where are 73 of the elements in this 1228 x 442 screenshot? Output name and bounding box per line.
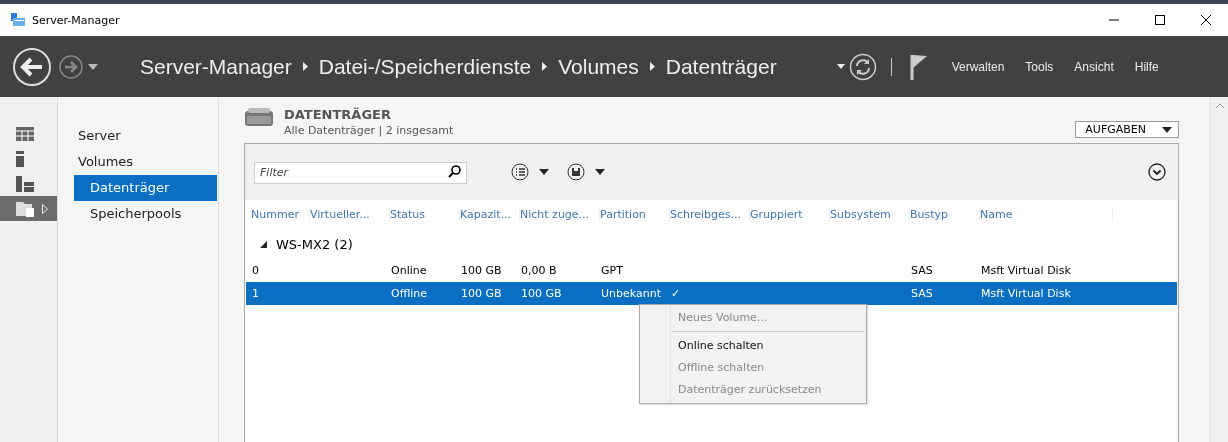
table-cell-text: Offline	[391, 287, 429, 300]
table-cell-text: 100 GB	[521, 287, 563, 300]
column-header[interactable]: Virtueller...	[310, 207, 390, 221]
caret-icon[interactable]	[836, 64, 845, 69]
caret-icon[interactable]	[88, 63, 98, 70]
table-row[interactable]: 1 Offline 100 GB 100 GB Unbekannt ✓ SAS Msft Virtual Disk	[246, 282, 1177, 305]
refresh-icon[interactable]	[848, 52, 877, 81]
window-title: Server-Manager	[32, 13, 120, 27]
column-header[interactable]: Nummer	[251, 207, 310, 221]
nav-item[interactable]: Volumes	[74, 149, 217, 175]
panel-title: DATENTRÄGER	[284, 107, 392, 122]
server-icon	[16, 150, 24, 167]
table-cell-text: GPT	[601, 264, 624, 277]
filter-field[interactable]: Filter	[254, 161, 467, 184]
table-cell-text: 100 GB	[461, 264, 503, 277]
nav-item[interactable]: Datenträger	[74, 175, 217, 201]
tasks-dropdown[interactable]: AUFGABEN	[1075, 121, 1179, 138]
table-cell-text: 100 GB	[461, 287, 503, 300]
search-icon	[448, 165, 461, 178]
table-cell-text: Online	[391, 264, 428, 277]
menu-item[interactable]: Online schalten	[640, 335, 866, 357]
app-icon	[10, 12, 26, 28]
table-cell-text: SAS	[911, 264, 934, 277]
disk-icon	[244, 107, 274, 129]
table-cell-text: SAS	[911, 287, 934, 300]
breadcrumb-item[interactable]: Datenträger	[665, 54, 777, 79]
table-row[interactable]: 0 Online 100 GB 0,00 B GPT SAS Msft Virtual Disk	[246, 259, 1177, 282]
table-cell-text: ✓	[671, 287, 682, 300]
chevron-icon	[649, 62, 655, 71]
table-cell-text: Msft Virtual Disk	[981, 287, 1072, 300]
chevron-icon	[302, 62, 308, 71]
column-header[interactable]: Gruppiert	[750, 207, 830, 221]
table-cell-text: 0	[252, 264, 260, 277]
menu-item[interactable]: Tools	[1025, 59, 1054, 74]
servers-icon	[16, 175, 34, 192]
column-header[interactable]: Partition	[600, 207, 670, 221]
table-cell-text: Unbekannt	[601, 287, 662, 300]
grid-icon	[16, 126, 34, 141]
breadcrumb-item[interactable]: Volumes	[558, 54, 639, 79]
save-icon[interactable]	[567, 163, 605, 181]
column-header[interactable]: Status	[390, 207, 460, 221]
close-icon[interactable]	[1200, 14, 1212, 26]
menu-item[interactable]: Hilfe	[1134, 59, 1159, 74]
list-icon[interactable]	[511, 163, 549, 181]
chevron-icon	[542, 62, 548, 71]
table-cell-text: Msft Virtual Disk	[981, 264, 1072, 277]
menu-item[interactable]: Ansicht	[1074, 59, 1114, 74]
nav-item[interactable]: Speicherpools	[74, 201, 217, 227]
column-header[interactable]: Name	[980, 207, 1113, 221]
column-header[interactable]: Schreibges...	[670, 207, 750, 221]
back-icon[interactable]	[12, 46, 52, 87]
menu-item[interactable]: Verwalten	[951, 59, 1005, 74]
column-header[interactable]: Nicht zuge...	[520, 207, 600, 221]
flag-icon[interactable]	[909, 53, 928, 80]
collapse-icon[interactable]	[1148, 163, 1166, 181]
nav-item[interactable]: Server	[74, 123, 217, 149]
column-header[interactable]: Kapazit...	[460, 207, 520, 221]
panel-subtitle: Alle Datenträger | 2 insgesamt	[284, 124, 454, 137]
column-header[interactable]: Bustyp	[910, 207, 980, 221]
expand-icon[interactable]	[42, 203, 48, 214]
folder-icon	[16, 200, 36, 217]
column-header[interactable]: Subsystem	[830, 207, 910, 221]
table-cell-text: 1	[252, 287, 260, 300]
collapse-icon[interactable]	[260, 240, 267, 248]
group-label: WS-MX2 (2)	[276, 236, 353, 252]
breadcrumb-item[interactable]: Datei-/Speicherdienste	[318, 54, 532, 79]
maximize-icon[interactable]	[1154, 14, 1166, 26]
caret-icon	[1162, 126, 1172, 133]
scrollbar[interactable]	[1210, 97, 1228, 442]
breadcrumb-item[interactable]: Server-Manager	[140, 54, 292, 79]
forward-icon[interactable]	[58, 53, 84, 80]
table-cell-text: 0,00 B	[521, 264, 558, 277]
rail-item[interactable]	[0, 196, 57, 221]
